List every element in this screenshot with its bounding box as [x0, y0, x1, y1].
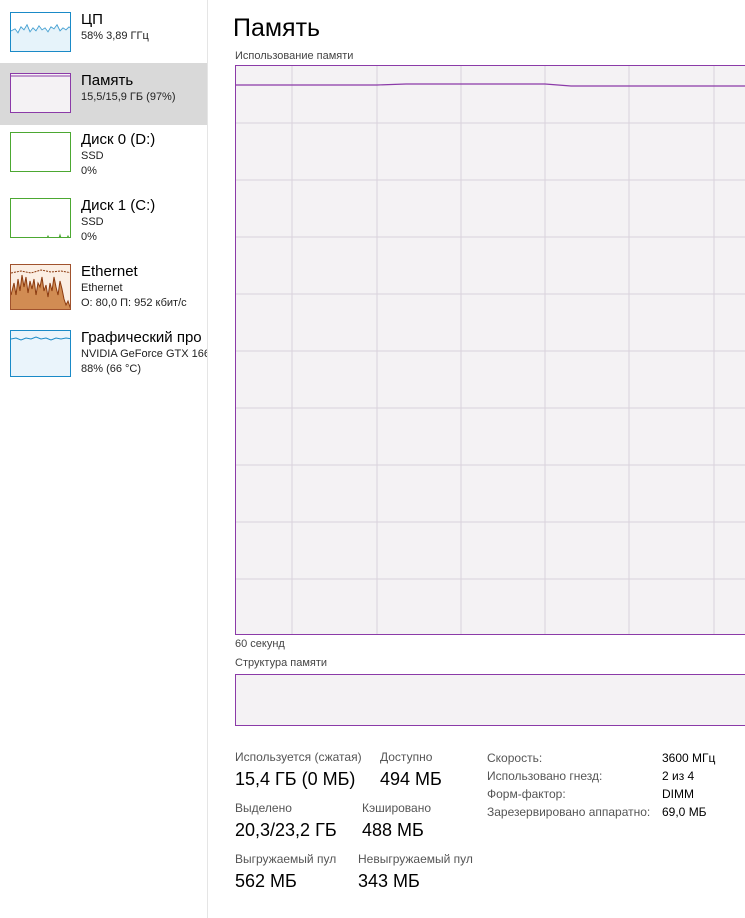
sidebar-item-detail-2: 0%	[81, 165, 97, 177]
sidebar-item-detail: Ethernet	[81, 282, 123, 294]
sidebar-item-detail-2: 0%	[81, 231, 97, 243]
sidebar-item-disk-0[interactable]: Диск 0 (D:) SSD 0%	[0, 127, 207, 189]
cached-value: 488 МБ	[362, 820, 424, 840]
form-factor-value: DIMM	[662, 787, 694, 801]
sidebar-item-detail: 15,5/15,9 ГБ (97%)	[81, 91, 176, 103]
sidebar-item-detail: SSD	[81, 150, 104, 162]
available-label: Доступно	[380, 750, 433, 764]
sidebar-item-title: Графический про	[81, 329, 202, 346]
ethernet-graph-thumbnail-icon	[10, 264, 71, 310]
speed-value: 3600 МГц	[662, 751, 716, 765]
sidebar-item-ethernet[interactable]: Ethernet Ethernet О: 80,0 П: 952 кбит/с	[0, 259, 207, 321]
in-use-label: Используется (сжатая)	[235, 750, 362, 764]
nonpaged-pool-value: 343 МБ	[358, 871, 420, 891]
disk-graph-thumbnail-icon	[10, 198, 71, 238]
hardware-reserved-label: Зарезервировано аппаратно:	[487, 805, 651, 819]
available-value: 494 МБ	[380, 769, 442, 789]
committed-value: 20,3/23,2 ГБ	[235, 820, 337, 840]
sidebar-item-detail: 58% 3,89 ГГц	[81, 30, 149, 42]
sidebar-item-title: Ethernet	[81, 263, 138, 280]
slots-label: Использовано гнезд:	[487, 769, 603, 783]
sidebar-item-detail-2: О: 80,0 П: 952 кбит/с	[81, 297, 187, 309]
gpu-graph-thumbnail-icon	[10, 330, 71, 377]
form-factor-label: Форм-фактор:	[487, 787, 566, 801]
sidebar-item-memory[interactable]: Память 15,5/15,9 ГБ (97%)	[0, 63, 207, 125]
memory-usage-graph	[235, 65, 745, 635]
sidebar-item-title: ЦП	[81, 11, 103, 28]
sidebar-item-title: Диск 0 (D:)	[81, 131, 156, 148]
cached-label: Кэшировано	[362, 801, 432, 815]
committed-label: Выделено	[235, 801, 292, 815]
sidebar-item-gpu[interactable]: Графический про NVIDIA GeForce GTX 166 8…	[0, 325, 207, 387]
sidebar-item-title: Память	[81, 72, 134, 89]
slots-value: 2 из 4	[662, 769, 695, 783]
cpu-graph-thumbnail-icon	[10, 12, 71, 52]
speed-label: Скорость:	[487, 751, 543, 765]
memory-panel: Память Использование памяти 60 секунд Ст…	[209, 0, 745, 918]
sidebar-item-detail: SSD	[81, 216, 104, 228]
structure-label: Структура памяти	[235, 657, 328, 669]
sidebar-item-disk-1[interactable]: Диск 1 (C:) SSD 0%	[0, 193, 207, 255]
nonpaged-pool-label: Невыгружаемый пул	[358, 852, 473, 866]
graph-label: Использование памяти	[235, 50, 354, 62]
sidebar-item-detail-2: 88% (66 °C)	[81, 363, 142, 375]
graph-time-label: 60 секунд	[235, 638, 285, 650]
memory-structure-bar	[235, 674, 745, 726]
sidebar-item-detail: NVIDIA GeForce GTX 166	[81, 348, 208, 360]
disk-graph-thumbnail-icon	[10, 132, 71, 172]
in-use-value: 15,4 ГБ (0 МБ)	[235, 769, 356, 789]
page-title: Память	[233, 14, 321, 42]
hardware-reserved-value: 69,0 МБ	[662, 805, 707, 819]
paged-pool-label: Выгружаемый пул	[235, 852, 337, 866]
memory-graph-thumbnail-icon	[10, 73, 71, 113]
paged-pool-value: 562 МБ	[235, 871, 297, 891]
sidebar-item-cpu[interactable]: ЦП 58% 3,89 ГГц	[0, 0, 207, 62]
sidebar: ЦП 58% 3,89 ГГц Память 15,5/15,9 ГБ (97%…	[0, 0, 208, 918]
sidebar-item-title: Диск 1 (C:)	[81, 197, 156, 214]
